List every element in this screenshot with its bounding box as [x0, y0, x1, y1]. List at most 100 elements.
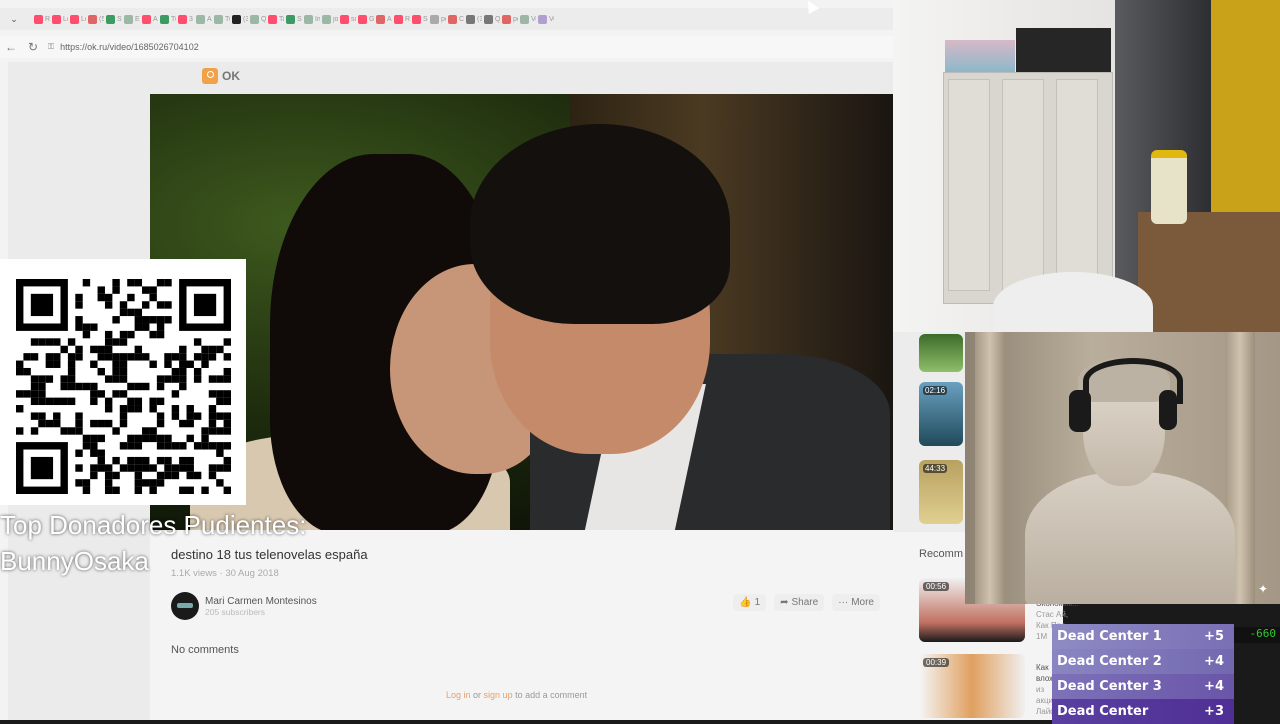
leaderboard-row: Dead Center +3	[1052, 699, 1234, 724]
browser-tab[interactable]: Im	[304, 12, 320, 26]
youtube-icon	[34, 14, 43, 24]
url-field[interactable]: https://ok.ru/video/1685026704102	[60, 42, 199, 52]
youtube-icon	[340, 14, 349, 24]
browser-tab[interactable]: Se	[412, 12, 428, 26]
youtube-icon	[142, 14, 151, 24]
channel-info[interactable]: Mari Carmen Montesinos 205 subscribers	[171, 592, 317, 620]
tabs-strip: Re Lo Lo (5) Str El Ah Tu 3 A Tu (3) Q Ta Str Im jos so Gu…	[32, 12, 554, 26]
browser-tab[interactable]: A	[376, 12, 392, 26]
sidebar-thumb-3[interactable]: 44:33	[919, 460, 963, 524]
thumb-duration: 02:16	[923, 386, 948, 395]
browser-tab[interactable]: A	[196, 12, 212, 26]
sparkle-icon: ✦	[1258, 582, 1269, 596]
browser-tab[interactable]: Gu	[358, 12, 374, 26]
browser-tab[interactable]: 3	[178, 12, 194, 26]
thumb-duration: 00:56	[923, 582, 950, 591]
browser-tab[interactable]: Re	[34, 12, 50, 26]
leaderboard-row: Dead Center 1 +5	[1052, 624, 1234, 649]
browser-tab[interactable]: (3)	[466, 12, 482, 26]
login-link[interactable]: Log in	[446, 690, 471, 700]
leaderboard-row: Dead Center 2 +4	[1052, 649, 1234, 674]
donors-title: Top Donadores Pudientes:	[0, 510, 307, 540]
browser-tab[interactable]: Ah	[142, 12, 158, 26]
browser-tab[interactable]: Str	[286, 12, 302, 26]
doc-icon	[124, 14, 133, 24]
channel-name[interactable]: Mari Carmen Montesinos	[205, 596, 317, 607]
score-delta: -660	[1234, 627, 1280, 643]
k-icon	[286, 14, 295, 24]
site-info-icon[interactable]: ⚿	[48, 42, 54, 52]
channel-avatar[interactable]	[171, 592, 199, 620]
browser-tab[interactable]: El	[124, 12, 140, 26]
ok-logo-text: OK	[222, 69, 240, 83]
youtube-icon	[52, 14, 61, 24]
k-icon	[106, 14, 115, 24]
browser-tab[interactable]: Tu	[160, 12, 176, 26]
browser-tab[interactable]: pe	[502, 12, 518, 26]
tab-title: Ah	[153, 15, 158, 23]
doc-icon	[484, 14, 493, 24]
browser-tab[interactable]: jos	[322, 12, 338, 26]
browser-tab[interactable]: Q	[484, 12, 500, 26]
tab-title: jos	[333, 15, 338, 23]
tiktok-icon	[232, 14, 241, 24]
top-donors-overlay: Top Donadores Pudientes: BunnyOsaka	[0, 507, 306, 579]
tab-title: El	[135, 15, 140, 23]
browser-tab[interactable]: Str	[106, 12, 122, 26]
youtube-icon	[268, 14, 277, 24]
tab-title: (3)	[243, 15, 248, 23]
thumbs-up-icon: 👍	[739, 597, 752, 608]
tab-list-chevron-icon[interactable]: ⌄	[8, 14, 20, 25]
leaderboard-row: Dead Center 3 +4	[1052, 674, 1234, 699]
qr-code-icon	[16, 279, 231, 494]
browser-tab[interactable]: Lo	[52, 12, 68, 26]
ok-logo[interactable]: OK	[202, 68, 240, 84]
browser-tab[interactable]: Ca	[448, 12, 464, 26]
doc-icon	[322, 14, 331, 24]
login-prompt: Log in or sign up to add a comment	[446, 690, 588, 700]
tab-title: Im	[315, 15, 320, 23]
browser-tab[interactable]: Tu	[214, 12, 230, 26]
more-button[interactable]: ··· More	[832, 594, 880, 611]
tab-title: A	[207, 15, 212, 23]
browser-tab[interactable]: (5)	[88, 12, 104, 26]
address-bar: ← ↻ ⚿ https://ok.ru/video/1685026704102	[0, 36, 893, 58]
video-player[interactable]	[150, 94, 893, 530]
browser-tab[interactable]: so	[340, 12, 356, 26]
browser-tab[interactable]: Ve	[520, 12, 536, 26]
tab-title: Lo	[81, 15, 86, 23]
tab-bar: ⌄ Re Lo Lo (5) Str El Ah Tu 3 A Tu (3) Q Ta Str Im jos so…	[0, 8, 893, 30]
tab-title: Str	[117, 15, 122, 23]
share-icon: ➦	[780, 597, 789, 608]
channel-subscribers: 205 subscribers	[205, 606, 266, 617]
doc-icon	[214, 14, 223, 24]
browser-tab[interactable]: (3)	[232, 12, 248, 26]
like-button[interactable]: 👍 1	[733, 594, 767, 611]
tab-title: A	[387, 15, 392, 23]
tab-title: Re	[405, 15, 410, 23]
youtube-icon	[412, 14, 421, 24]
recommended-thumb-2[interactable]: 00:39	[919, 654, 1025, 718]
sidebar-thumb-2[interactable]: 02:16	[919, 382, 963, 446]
browser-tab[interactable]: Ta	[268, 12, 284, 26]
thumb-duration: 00:39	[923, 658, 950, 667]
tab-title: Ve	[531, 15, 536, 23]
back-arrow-icon[interactable]: ←	[0, 40, 22, 54]
sidebar-thumb-1[interactable]	[919, 334, 963, 372]
browser-tab[interactable]: Q	[250, 12, 266, 26]
youtube-icon	[394, 14, 403, 24]
opera-icon	[376, 14, 385, 24]
leaderboard: Dead Center 1 +5 Dead Center 2 +4 Dead Cen…	[1052, 624, 1234, 724]
tab-title: Ca	[459, 15, 464, 23]
browser-tab[interactable]: Re	[394, 12, 410, 26]
browser-tab[interactable]: Lo	[70, 12, 86, 26]
tab-title: pe	[513, 15, 518, 23]
browser-tab[interactable]: Ve	[538, 12, 554, 26]
signup-link[interactable]: sign up	[484, 690, 513, 700]
tab-title: Q	[261, 15, 266, 23]
reload-icon[interactable]: ↻	[22, 40, 44, 54]
tab-title: Ta	[279, 15, 284, 23]
share-button[interactable]: ➦ Share	[774, 594, 825, 611]
browser-tab[interactable]: pe	[430, 12, 446, 26]
comments-count: No comments	[171, 644, 239, 656]
